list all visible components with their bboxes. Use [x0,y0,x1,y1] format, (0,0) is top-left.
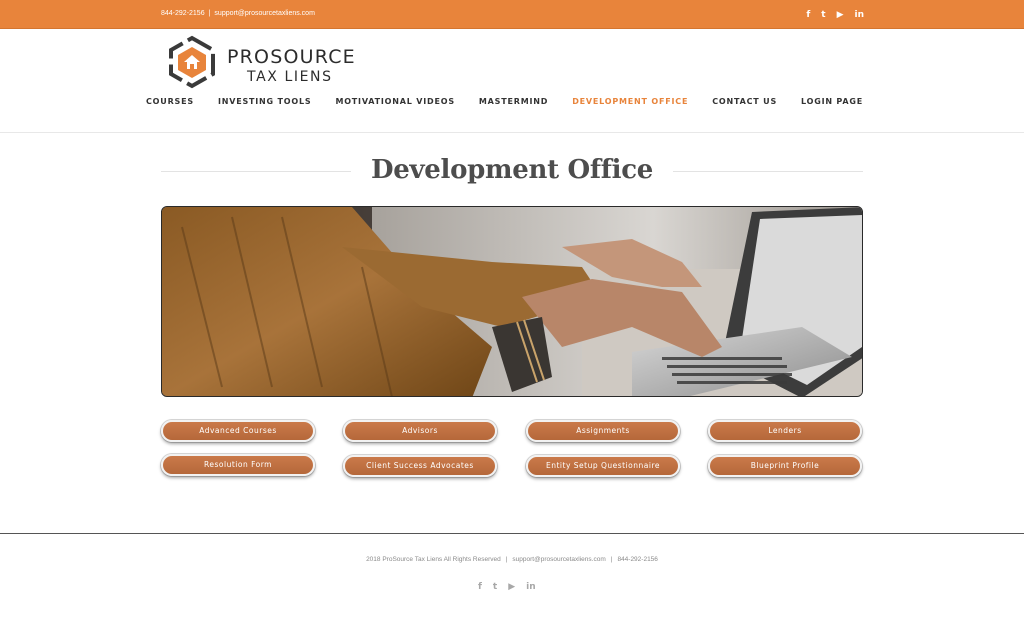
advisors-button[interactable]: Advisors [343,420,497,442]
resolution-form-button[interactable]: Resolution Form [161,454,315,476]
logo-house-icon [169,35,215,89]
hero-laptop-illustration [162,207,862,396]
top-contact-info: 844-292-2156 | support@prosourcetaxliens.c… [161,10,315,17]
twitter-icon[interactable]: t [493,582,497,592]
top-social-links: f t ▶ in [806,9,864,21]
assignments-button[interactable]: Assignments [526,420,680,442]
footer-phone-link[interactable]: 844-292-2156 [617,556,657,563]
client-success-advocates-button[interactable]: Client Success Advocates [343,455,497,477]
title-divider-right [673,171,863,172]
linkedin-icon[interactable]: in [855,9,865,21]
nav-item-courses[interactable]: COURSES [146,97,194,106]
footer-email-link[interactable]: support@prosourcetaxliens.com [512,556,605,563]
top-bar: 844-292-2156 | support@prosourcetaxliens.c… [0,0,1024,29]
nav-item-mastermind[interactable]: MASTERMIND [479,97,548,106]
footer-copyright: 2018 ProSource Tax Liens All Rights Rese… [0,556,1024,563]
blueprint-profile-button[interactable]: Blueprint Profile [708,455,862,477]
page-title: Development Office [370,155,654,185]
nav-item-development-office[interactable]: DEVELOPMENT OFFICE [572,97,688,106]
top-email-link[interactable]: support@prosourcetaxliens.com [214,10,315,17]
footer-separator: | [610,556,613,563]
footer-copyright-text: 2018 ProSource Tax Liens All Rights Rese… [366,556,501,563]
facebook-icon[interactable]: f [478,582,482,592]
top-phone-link[interactable]: 844-292-2156 [161,10,205,17]
nav-item-investing-tools[interactable]: INVESTING TOOLS [218,97,312,106]
entity-setup-questionnaire-button[interactable]: Entity Setup Questionnaire [526,455,680,477]
nav-item-contact-us[interactable]: CONTACT US [712,97,777,106]
youtube-icon[interactable]: ▶ [508,582,515,592]
main-nav: COURSES INVESTING TOOLS MOTIVATIONAL VID… [146,97,863,106]
nav-item-login-page[interactable]: LOGIN PAGE [801,97,863,106]
nav-item-motivational-videos[interactable]: MOTIVATIONAL VIDEOS [335,97,454,106]
lenders-button[interactable]: Lenders [708,420,862,442]
linkedin-icon[interactable]: in [526,582,536,592]
twitter-icon[interactable]: t [821,9,825,21]
site-header: PROSOURCE TAX LIENS COURSES INVESTING TO… [0,29,1024,133]
top-separator: | [208,10,211,17]
facebook-icon[interactable]: f [806,9,810,21]
hero-image [161,206,863,397]
footer-separator: | [505,556,508,563]
footer-social-links: f t ▶ in [478,582,536,592]
logo-line-2: TAX LIENS [247,69,333,85]
site-footer: 2018 ProSource Tax Liens All Rights Rese… [0,533,1024,623]
youtube-icon[interactable]: ▶ [837,9,844,21]
site-logo[interactable]: PROSOURCE TAX LIENS [163,34,363,92]
page-title-row: Development Office [161,150,863,194]
logo-line-1: PROSOURCE [227,46,356,68]
advanced-courses-button[interactable]: Advanced Courses [161,420,315,442]
